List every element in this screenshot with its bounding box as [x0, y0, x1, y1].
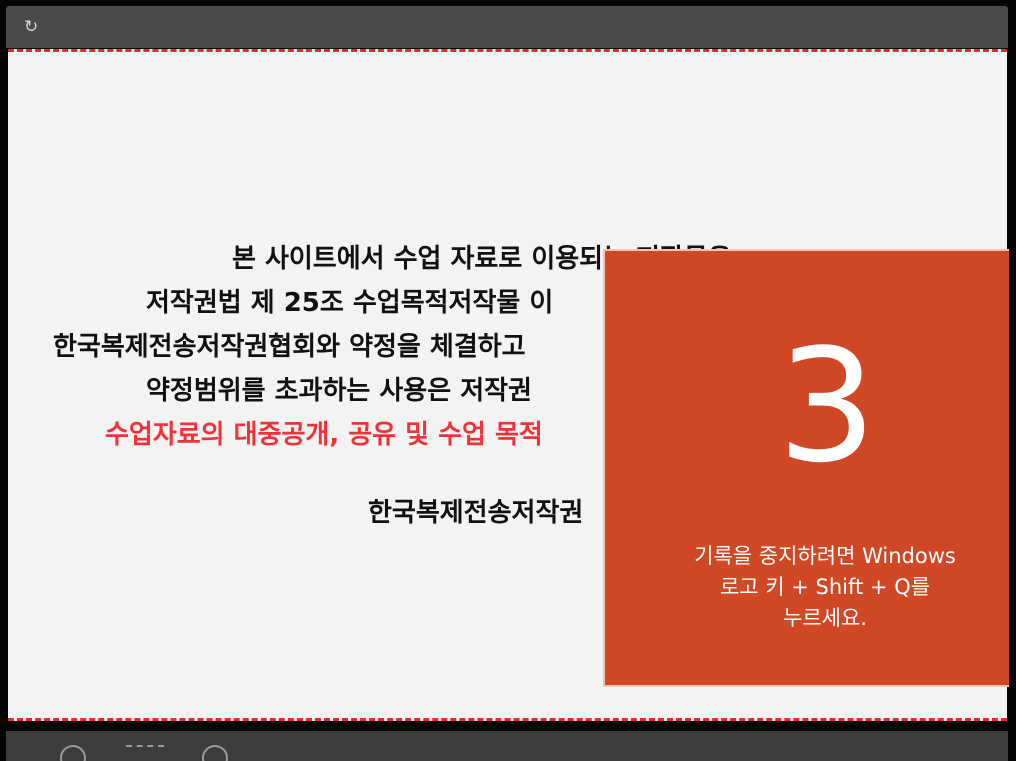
countdown-message: 기록을 중지하려면 Windows 로고 키 + Shift + Q를 누르세요…	[694, 544, 956, 630]
titlebar: ↻	[6, 6, 1008, 48]
recording-countdown-overlay: 3 기록을 중지하려면 Windows 로고 키 + Shift + Q를 누르…	[603, 249, 1009, 687]
notice-line-3: 한국복제전송저작권협회와 약정을 체결하고	[53, 332, 526, 362]
snip-rectangle-icon[interactable]	[126, 745, 164, 761]
refresh-icon[interactable]: ↻	[24, 16, 38, 38]
bottom-toolbar	[6, 731, 1008, 761]
circle-icon[interactable]	[60, 745, 86, 761]
recording-border-top	[8, 49, 1007, 52]
window-frame: ↻ 본 사이트에서 수업 자료로 이용되는 저작물은 저작권법 제 25조 수업…	[0, 0, 1016, 761]
notice-line-2: 저작권법 제 25조 수업목적저작물 이	[146, 288, 554, 318]
recording-border-bottom	[8, 718, 1007, 721]
notice-signature: 한국복제전송저작권	[368, 498, 584, 528]
notice-line-5-warning: 수업자료의 대중공개, 공유 및 수업 목적	[105, 420, 543, 450]
countdown-number: 3	[777, 315, 877, 497]
notice-line-4: 약정범위를 초과하는 사용은 저작권	[146, 376, 532, 406]
circle-outline-icon[interactable]	[202, 745, 228, 761]
